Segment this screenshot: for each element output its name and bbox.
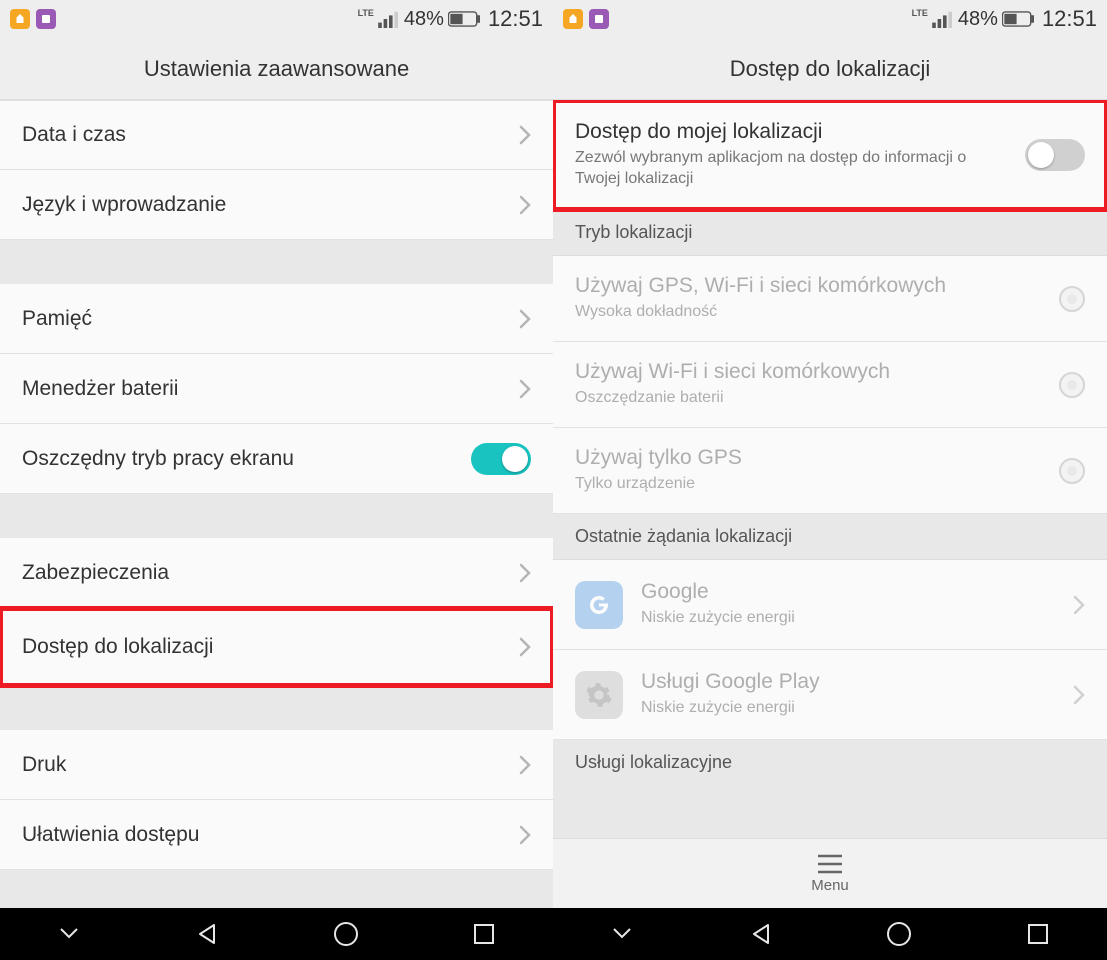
notif-icon-1 — [563, 9, 583, 29]
row-title: Używaj GPS, Wi-Fi i sieci komórkowych — [575, 274, 946, 298]
section-location-mode: Tryb lokalizacji — [553, 210, 1107, 256]
row-subtitle: Wysoka dokładność — [575, 302, 946, 323]
row-print[interactable]: Druk — [0, 730, 553, 800]
page-title: Ustawienia zaawansowane — [0, 38, 553, 100]
row-my-location-access[interactable]: Dostęp do mojej lokalizacji Zezwól wybra… — [553, 100, 1107, 210]
google-app-icon — [575, 581, 623, 629]
signal-icon — [378, 10, 400, 28]
radio-mode[interactable] — [1059, 458, 1085, 484]
menu-button[interactable]: Menu — [553, 838, 1107, 908]
section-gap — [0, 494, 553, 538]
row-app-google[interactable]: Google Niskie zużycie energii — [553, 560, 1107, 650]
chevron-right-icon — [519, 195, 531, 215]
notif-icon-2 — [589, 9, 609, 29]
section-recent-requests: Ostatnie żądania lokalizacji — [553, 514, 1107, 560]
chevron-right-icon — [1073, 685, 1085, 705]
settings-list: Data i czas Język i wprowadzanie Pamięć … — [0, 100, 553, 908]
row-security[interactable]: Zabezpieczenia — [0, 538, 553, 608]
row-label: Dostęp do lokalizacji — [22, 635, 213, 659]
row-label: Język i wprowadzanie — [22, 193, 226, 217]
section-location-services: Usługi lokalizacyjne — [553, 740, 1107, 785]
row-subtitle: Tylko urządzenie — [575, 474, 742, 495]
row-label: Ułatwienia dostępu — [22, 823, 199, 847]
row-label: Data i czas — [22, 123, 126, 147]
row-label: Pamięć — [22, 307, 92, 331]
row-language-input[interactable]: Język i wprowadzanie — [0, 170, 553, 240]
row-screen-saving-mode[interactable]: Oszczędny tryb pracy ekranu — [0, 424, 553, 494]
row-accessibility[interactable]: Ułatwienia dostępu — [0, 800, 553, 870]
toggle-screen-saving[interactable] — [471, 443, 531, 475]
row-title: Usługi Google Play — [641, 670, 820, 694]
row-subtitle: Niskie zużycie energii — [641, 698, 820, 719]
row-app-google-play-services[interactable]: Usługi Google Play Niskie zużycie energi… — [553, 650, 1107, 740]
row-subtitle: Oszczędzanie baterii — [575, 388, 890, 409]
nav-back-button[interactable] — [741, 914, 781, 954]
row-mode-gps-wifi-cell[interactable]: Używaj GPS, Wi-Fi i sieci komórkowych Wy… — [553, 256, 1107, 342]
nav-bar — [0, 908, 553, 960]
radio-mode[interactable] — [1059, 372, 1085, 398]
row-mode-gps-only[interactable]: Używaj tylko GPS Tylko urządzenie — [553, 428, 1107, 514]
lte-icon: LTE — [358, 9, 374, 18]
hamburger-icon — [815, 853, 845, 875]
nav-expand-button[interactable] — [49, 914, 89, 954]
nav-bar — [553, 908, 1107, 960]
nav-home-button[interactable] — [326, 914, 366, 954]
gear-icon — [575, 671, 623, 719]
row-title: Dostęp do mojej lokalizacji — [575, 120, 975, 144]
notif-icon-2 — [36, 9, 56, 29]
nav-home-button[interactable] — [879, 914, 919, 954]
chevron-right-icon — [1073, 595, 1085, 615]
chevron-right-icon — [519, 637, 531, 657]
section-gap — [0, 686, 553, 730]
row-date-time[interactable]: Data i czas — [0, 100, 553, 170]
nav-back-button[interactable] — [187, 914, 227, 954]
chevron-right-icon — [519, 755, 531, 775]
radio-mode[interactable] — [1059, 286, 1085, 312]
row-label: Druk — [22, 753, 66, 777]
signal-icon — [932, 10, 954, 28]
row-label: Menedżer baterii — [22, 377, 178, 401]
lte-icon: LTE — [912, 9, 928, 18]
row-subtitle: Niskie zużycie energii — [641, 608, 795, 629]
phone-left: LTE 48% 12:51 Ustawienia zaawansowane Da… — [0, 0, 553, 960]
row-label: Zabezpieczenia — [22, 561, 169, 585]
row-title: Google — [641, 580, 795, 604]
row-memory[interactable]: Pamięć — [0, 284, 553, 354]
chevron-right-icon — [519, 379, 531, 399]
status-time: 12:51 — [1042, 6, 1097, 32]
battery-icon — [448, 11, 480, 27]
row-title: Używaj Wi-Fi i sieci komórkowych — [575, 360, 890, 384]
row-location-access[interactable]: Dostęp do lokalizacji — [0, 608, 553, 686]
status-bar: LTE 48% 12:51 — [553, 0, 1107, 38]
nav-recent-button[interactable] — [1018, 914, 1058, 954]
nav-recent-button[interactable] — [464, 914, 504, 954]
location-settings-list: Dostęp do mojej lokalizacji Zezwól wybra… — [553, 100, 1107, 838]
page-title: Dostęp do lokalizacji — [553, 38, 1107, 100]
row-label: Oszczędny tryb pracy ekranu — [22, 447, 294, 471]
row-subtitle: Zezwól wybranym aplikacjom na dostęp do … — [575, 148, 975, 190]
toggle-my-location[interactable] — [1025, 139, 1085, 171]
battery-pct: 48% — [958, 8, 998, 31]
row-mode-wifi-cell[interactable]: Używaj Wi-Fi i sieci komórkowych Oszczęd… — [553, 342, 1107, 428]
chevron-right-icon — [519, 563, 531, 583]
battery-pct: 48% — [404, 8, 444, 31]
status-time: 12:51 — [488, 6, 543, 32]
chevron-right-icon — [519, 825, 531, 845]
row-battery-manager[interactable]: Menedżer baterii — [0, 354, 553, 424]
battery-icon — [1002, 11, 1034, 27]
row-title: Używaj tylko GPS — [575, 446, 742, 470]
section-gap — [0, 240, 553, 284]
notif-icon-1 — [10, 9, 30, 29]
chevron-right-icon — [519, 309, 531, 329]
nav-expand-button[interactable] — [602, 914, 642, 954]
status-bar: LTE 48% 12:51 — [0, 0, 553, 38]
phone-right: LTE 48% 12:51 Dostęp do lokalizacji Dost… — [553, 0, 1107, 960]
chevron-right-icon — [519, 125, 531, 145]
menu-label: Menu — [811, 877, 849, 894]
